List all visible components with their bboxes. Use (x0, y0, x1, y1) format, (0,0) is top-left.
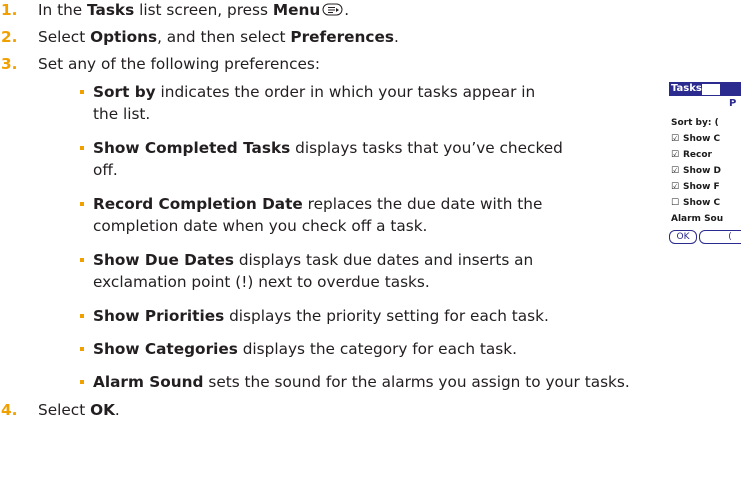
device-row-label: Alarm Sou (671, 214, 724, 224)
device-row-label: Sort by: ( (671, 118, 719, 128)
pref-desc: sets the sound for the alarms you assign… (203, 373, 630, 391)
device-row-label: Show F (683, 182, 720, 192)
pref-term: Show Due Dates (93, 251, 234, 269)
device-row-categories: ☐ Show C (671, 198, 720, 209)
pref-text: Show Categories displays the category fo… (93, 338, 517, 360)
pref-text: Show Completed Tasks displays tasks that… (93, 137, 563, 181)
bullet-marker (80, 202, 84, 206)
bullet-marker (80, 347, 84, 351)
pref-desc: displays the priority setting for each t… (224, 307, 549, 325)
pref-desc: displays tasks that you’ve checked (290, 139, 563, 157)
checkbox-unchecked-icon: ☐ (671, 198, 680, 208)
pref-text: Record Completion Date replaces the due … (93, 193, 542, 237)
device-title: Tasks (671, 83, 702, 94)
step-number: 4. (1, 401, 18, 419)
step-text: In the Tasks list screen, press Menu. (38, 0, 349, 21)
bullet-marker (80, 314, 84, 318)
step-number: 3. (1, 55, 18, 73)
pref-desc: indicates the order in which your tasks … (155, 83, 536, 101)
pref-text: Sort by indicates the order in which you… (93, 81, 535, 125)
checkbox-checked-icon: ☑ (671, 150, 680, 160)
step-number: 1. (1, 1, 18, 19)
device-row-label: Show C (683, 198, 721, 208)
step-text: Select OK. (38, 399, 120, 421)
pref-term: Show Priorities (93, 307, 225, 325)
step-text-part: . (114, 401, 120, 419)
pref-text: Show Priorities displays the priority se… (93, 305, 549, 327)
step-term: Menu (272, 1, 321, 19)
pref-text: Show Due Dates displays task due dates a… (93, 249, 533, 293)
step-text-part: . (344, 1, 350, 19)
device-row-priorities: ☑ Show F (671, 182, 720, 193)
device-row-completed: ☑ Show C (671, 134, 720, 145)
step-term: Preferences (290, 28, 394, 46)
pref-desc: displays the category for each task. (237, 340, 517, 358)
pref-desc: replaces the due date with the (302, 195, 543, 213)
device-row-label: Show C (683, 134, 721, 144)
bullet-marker (80, 258, 84, 262)
device-ok-button: OK (669, 230, 697, 244)
pref-desc: off. (93, 161, 118, 179)
bullet-marker (80, 90, 84, 94)
step-term: Tasks (87, 1, 135, 19)
pref-term: Alarm Sound (93, 373, 204, 391)
pref-term: Show Completed Tasks (93, 139, 291, 157)
step-text-part: list screen, press (134, 1, 273, 19)
device-screenshot: Tasks P Sort by: ( ☑ Show C ☑ Recor ☑ Show … (669, 82, 741, 292)
step-text-part: , and then select (157, 28, 291, 46)
step-number: 2. (1, 28, 18, 46)
bullet-marker (80, 380, 84, 384)
pref-desc: the list. (93, 105, 151, 123)
checkbox-checked-icon: ☑ (671, 182, 680, 192)
step-text-part: . (393, 28, 399, 46)
pref-term: Show Categories (93, 340, 238, 358)
step-text-part: Select (38, 28, 91, 46)
device-row-sort: Sort by: ( (671, 118, 719, 129)
pref-text: Alarm Sound sets the sound for the alarm… (93, 371, 630, 393)
menu-icon (322, 1, 344, 16)
device-row-due: ☑ Show D (671, 166, 721, 177)
device-title-box (702, 84, 720, 95)
step-text-part: Select (38, 401, 91, 419)
device-row-alarm: Alarm Sou (671, 214, 723, 225)
step-text: Select Options, and then select Preferen… (38, 26, 399, 48)
device-row-record: ☑ Recor (671, 150, 712, 161)
step-text-part: In the (38, 1, 88, 19)
device-row-label: Show D (683, 166, 721, 176)
pref-desc: displays task due dates and inserts an (233, 251, 534, 269)
device-dialog-header: P (729, 98, 737, 109)
document-page: 1. In the Tasks list screen, press Menu.… (0, 0, 741, 478)
pref-desc: completion date when you check off a tas… (93, 217, 428, 235)
bullet-marker (80, 146, 84, 150)
device-cancel-button: ( (699, 230, 741, 244)
step-term: OK (90, 401, 115, 419)
checkbox-checked-icon: ☑ (671, 134, 680, 144)
step-term: Options (90, 28, 158, 46)
checkbox-checked-icon: ☑ (671, 166, 680, 176)
pref-term: Sort by (93, 83, 156, 101)
pref-term: Record Completion Date (93, 195, 303, 213)
pref-desc: exclamation point (!) next to overdue ta… (93, 273, 430, 291)
step-text: Set any of the following preferences: (38, 55, 321, 73)
device-row-label: Recor (683, 150, 712, 160)
